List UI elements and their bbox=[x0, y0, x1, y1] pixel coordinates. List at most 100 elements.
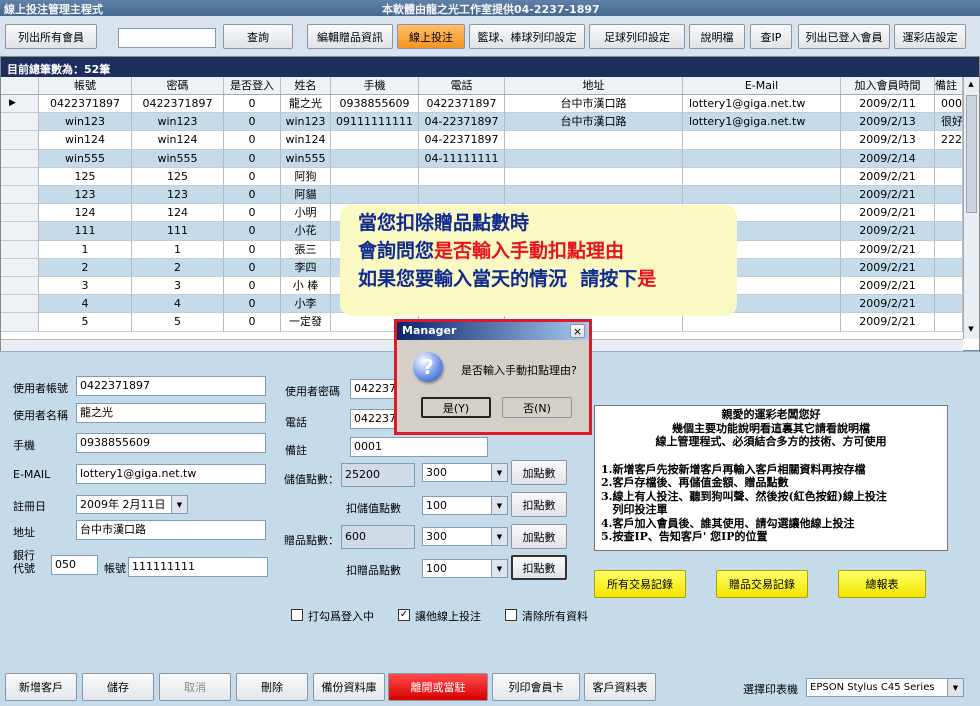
email-input[interactable]: lottery1@giga.net.tw bbox=[76, 464, 266, 484]
printer-select[interactable]: EPSON Stylus C45 Series ▼ bbox=[806, 678, 964, 697]
table-cell[interactable]: 2 bbox=[132, 258, 224, 277]
table-cell[interactable] bbox=[935, 186, 963, 205]
table-row[interactable]: 123 123 0 阿貓 2009/2/21 bbox=[1, 186, 963, 205]
print-member-card-button[interactable]: 列印會員卡 bbox=[492, 673, 580, 701]
exit-button[interactable]: 離開或當駐 bbox=[388, 673, 488, 701]
table-cell[interactable]: 0 bbox=[224, 277, 281, 296]
table-cell[interactable]: 0 bbox=[224, 295, 281, 314]
dropdown-arrow-icon[interactable]: ▼ bbox=[171, 496, 187, 513]
table-cell[interactable]: 很好 bbox=[935, 113, 963, 132]
table-cell[interactable]: 2009/2/21 bbox=[841, 204, 935, 223]
table-cell[interactable] bbox=[935, 258, 963, 277]
stored-amount-select[interactable]: 300 ▼ bbox=[422, 463, 508, 482]
scroll-up-icon[interactable]: ▲ bbox=[966, 80, 976, 92]
table-cell[interactable]: 2009/2/21 bbox=[841, 222, 935, 241]
table-cell[interactable]: 2009/2/21 bbox=[841, 240, 935, 259]
table-cell[interactable] bbox=[935, 295, 963, 314]
table-cell[interactable]: 0 bbox=[224, 131, 281, 150]
bank-code-input[interactable]: 050 bbox=[51, 555, 98, 575]
mobile-input[interactable]: 0938855609 bbox=[76, 433, 266, 453]
table-cell[interactable] bbox=[935, 204, 963, 223]
table-cell[interactable]: 0 bbox=[224, 204, 281, 223]
table-cell[interactable] bbox=[331, 167, 419, 186]
table-cell[interactable]: 0938855609 bbox=[331, 95, 419, 114]
table-cell[interactable] bbox=[505, 131, 683, 150]
table-cell[interactable]: win123 bbox=[132, 113, 224, 132]
col-header[interactable]: 手機 bbox=[331, 77, 419, 94]
table-cell[interactable] bbox=[935, 149, 963, 168]
edit-gift-button[interactable]: 編輯贈品資訊 bbox=[307, 24, 393, 49]
table-cell[interactable]: 04-11111111 bbox=[419, 149, 505, 168]
yes-button[interactable]: 是(Y) bbox=[421, 397, 491, 418]
table-cell[interactable]: 台中市漢口路 bbox=[505, 113, 683, 132]
table-cell[interactable]: 124 bbox=[39, 204, 132, 223]
table-cell[interactable] bbox=[683, 313, 841, 332]
table-cell[interactable]: 04-22371897 bbox=[419, 131, 505, 150]
customer-data-button[interactable]: 客戶資料表 bbox=[584, 673, 656, 701]
table-cell[interactable] bbox=[935, 222, 963, 241]
lottery-store-settings-button[interactable]: 運彩店設定 bbox=[894, 24, 966, 49]
table-cell[interactable]: 2009/2/21 bbox=[841, 313, 935, 332]
gift-amount-select[interactable]: 300 ▼ bbox=[422, 527, 508, 546]
no-button[interactable]: 否(N) bbox=[502, 397, 572, 418]
row-selector[interactable] bbox=[1, 295, 39, 314]
col-header[interactable]: 地址 bbox=[505, 77, 683, 94]
table-cell[interactable]: win124 bbox=[132, 131, 224, 150]
table-cell[interactable]: 123 bbox=[39, 186, 132, 205]
delete-button[interactable]: 刪除 bbox=[236, 673, 308, 701]
table-cell[interactable]: 2009/2/21 bbox=[841, 277, 935, 296]
deduct-stored-amount-select[interactable]: 100 ▼ bbox=[422, 496, 508, 515]
table-cell[interactable]: 2009/2/13 bbox=[841, 131, 935, 150]
save-button[interactable]: 儲存 bbox=[82, 673, 154, 701]
tel-input[interactable]: 0422371 bbox=[350, 409, 400, 429]
table-cell[interactable]: 2 bbox=[39, 258, 132, 277]
table-cell[interactable]: 2009/2/21 bbox=[841, 186, 935, 205]
table-cell[interactable]: 2009/2/14 bbox=[841, 149, 935, 168]
col-header[interactable]: E-Mail bbox=[683, 77, 841, 94]
table-row[interactable]: win124 win124 0 win124 04-22371897 2009/2/13 2… bbox=[1, 131, 963, 150]
table-cell[interactable] bbox=[505, 186, 683, 205]
search-input[interactable] bbox=[118, 28, 216, 48]
row-selector[interactable]: ▶ bbox=[1, 95, 39, 114]
basketball-print-settings-button[interactable]: 籃球、棒球列印設定 bbox=[469, 24, 585, 49]
address-input[interactable]: 台中市漢口路 bbox=[76, 520, 266, 540]
row-selector[interactable] bbox=[1, 113, 39, 132]
table-cell[interactable]: 小 棒 bbox=[281, 277, 331, 296]
table-row[interactable]: ▶ 0422371897 0422371897 0 龍之光 0938855609 04223… bbox=[1, 95, 963, 114]
table-cell[interactable]: 0422371897 bbox=[419, 95, 505, 114]
row-selector[interactable] bbox=[1, 313, 39, 332]
table-cell[interactable] bbox=[683, 167, 841, 186]
table-cell[interactable]: 4 bbox=[132, 295, 224, 314]
table-cell[interactable] bbox=[935, 240, 963, 259]
remark-input[interactable]: 0001 bbox=[350, 437, 488, 457]
row-selector[interactable] bbox=[1, 167, 39, 186]
table-cell[interactable]: 0 bbox=[224, 222, 281, 241]
table-cell[interactable]: 4 bbox=[39, 295, 132, 314]
table-cell[interactable]: 125 bbox=[132, 167, 224, 186]
deduct-gift-points-button[interactable]: 扣點數 bbox=[511, 555, 567, 580]
table-cell[interactable]: 台中市漢口路 bbox=[505, 95, 683, 114]
row-selector[interactable] bbox=[1, 149, 39, 168]
table-cell[interactable]: lottery1@giga.net.tw bbox=[683, 95, 841, 114]
table-cell[interactable]: 小明 bbox=[281, 204, 331, 223]
table-cell[interactable]: 0422371897 bbox=[132, 95, 224, 114]
col-header[interactable]: 姓名 bbox=[281, 77, 331, 94]
row-selector[interactable] bbox=[1, 222, 39, 241]
row-selector[interactable] bbox=[1, 186, 39, 205]
allow-bet-checkbox[interactable]: ✓ bbox=[398, 609, 410, 621]
table-cell[interactable] bbox=[331, 149, 419, 168]
table-cell[interactable] bbox=[683, 131, 841, 150]
summary-report-button[interactable]: 總報表 bbox=[838, 570, 926, 598]
table-cell[interactable]: win555 bbox=[132, 149, 224, 168]
col-header[interactable]: 帳號 bbox=[39, 77, 132, 94]
scroll-thumb[interactable] bbox=[966, 95, 977, 213]
table-cell[interactable]: 張三 bbox=[281, 240, 331, 259]
password-input[interactable]: 0422371 bbox=[350, 379, 400, 399]
table-cell[interactable]: win124 bbox=[281, 131, 331, 150]
close-icon[interactable]: × bbox=[570, 324, 585, 338]
table-cell[interactable]: 09111111111 bbox=[331, 113, 419, 132]
query-button[interactable]: 查詢 bbox=[223, 24, 293, 49]
deduct-gift-amount-select[interactable]: 100 ▼ bbox=[422, 559, 508, 578]
table-cell[interactable] bbox=[331, 131, 419, 150]
table-cell[interactable]: 5 bbox=[132, 313, 224, 332]
